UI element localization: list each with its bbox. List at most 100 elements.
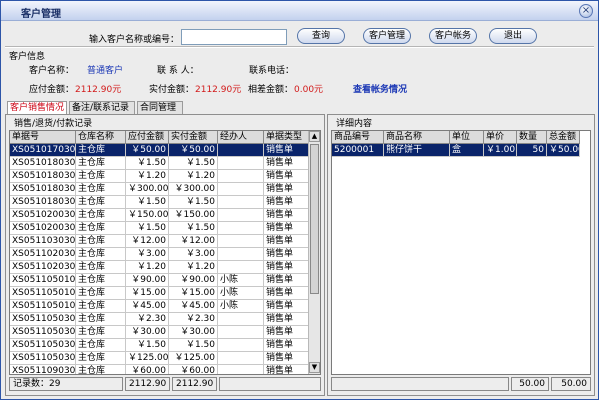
table-row[interactable]: XS051020030002主仓库￥1.50￥1.50销售单 [10,222,320,235]
table-cell [218,248,264,261]
column-header[interactable]: 商品编号 [332,131,384,144]
table-row[interactable]: XS051102030001主仓库￥3.00￥3.00销售单 [10,248,320,261]
table-row[interactable]: XS051102030002主仓库￥1.20￥1.20销售单 [10,261,320,274]
tab-customer-sales[interactable]: 客户销售情况 [7,101,67,115]
sales-grid[interactable]: 单据号仓库名称应付金额实付金额经办人单据类型XS051017030001主仓库￥… [9,130,321,375]
query-button[interactable]: 查询 [297,28,345,44]
table-cell: ￥30.00 [126,326,169,339]
table-cell: 主仓库 [76,170,126,183]
table-cell: ￥2.30 [126,313,169,326]
table-cell: ￥3.00 [126,248,169,261]
table-row[interactable]: XS051017030001主仓库￥50.00￥50.00销售单 [10,144,320,157]
table-cell: ￥150.00 [126,209,169,222]
table-cell: ￥3.00 [169,248,218,261]
table-row[interactable]: XS051018030004主仓库￥1.50￥1.50销售单 [10,196,320,209]
table-row[interactable]: XS051105010002主仓库￥15.00￥15.00小陈销售单 [10,287,320,300]
table-cell: ￥30.00 [169,326,218,339]
table-row[interactable]: XS051105030001主仓库￥2.30￥2.30销售单 [10,313,320,326]
close-button[interactable]: × [579,4,593,18]
tab-contracts[interactable]: 合同管理 [137,101,183,114]
table-cell: XS051105010003 [10,300,76,313]
table-cell: 小陈 [218,287,264,300]
table-row[interactable]: XS051103030001主仓库￥12.00￥12.00销售单 [10,235,320,248]
customer-account-button[interactable]: 客户帐务 [429,28,477,44]
table-row[interactable]: XS051105010003主仓库￥45.00￥45.00小陈销售单 [10,300,320,313]
table-cell [218,339,264,352]
table-cell [218,352,264,365]
detail-panel: 详细内容 商品编号 商品名称 单位 单价 数量 总金额 5200001 熊仔饼干盒 ￥1.00 5… [327,114,595,396]
table-row[interactable]: XS051105010001主仓库￥90.00￥90.00小陈销售单 [10,274,320,287]
scroll-down-arrow-icon[interactable]: ▼ [309,362,320,373]
vertical-scrollbar[interactable]: ▲ ▼ [308,131,320,374]
customer-name-label: 客户名称： [29,66,75,76]
column-header[interactable]: 经办人 [218,131,264,144]
search-input[interactable] [181,29,287,45]
column-header[interactable]: 单位 [450,131,484,144]
table-cell: ￥45.00 [169,300,218,313]
table-cell: 主仓库 [76,235,126,248]
table-row[interactable]: XS051018030001主仓库￥1.50￥1.50销售单 [10,157,320,170]
table-row[interactable]: XS051018030002主仓库￥1.20￥1.20销售单 [10,170,320,183]
detail-grid[interactable]: 商品编号 商品名称 单位 单价 数量 总金额 5200001 熊仔饼干盒 ￥1.00 50 ￥50.… [331,130,591,375]
table-cell: XS051105030001 [10,313,76,326]
view-account-link[interactable]: 查看帐务情况 [353,82,407,95]
search-label: 输入客户名称或编号： [89,35,180,45]
column-header[interactable]: 实付金额 [169,131,218,144]
customer-management-button[interactable]: 客户管理 [363,28,411,44]
table-cell: 销售单 [264,222,310,235]
column-header[interactable]: 单据号 [10,131,76,144]
table-cell: 销售单 [264,313,310,326]
table-row[interactable]: XS051105030002主仓库￥30.00￥30.00销售单 [10,326,320,339]
table-row[interactable]: XS051105030004主仓库￥125.00￥125.00销售单 [10,352,320,365]
table-cell [218,170,264,183]
table-row[interactable]: XS051105030003主仓库￥1.50￥1.50销售单 [10,339,320,352]
table-cell: 主仓库 [76,365,126,374]
detail-qty-total: 50.00 [511,377,549,391]
sales-records-panel: 销售/退货/付款记录 单据号 仓库名称 应付金额 实付金额 经办人 单据类型 XS05101… [5,114,325,396]
table-cell: 主仓库 [76,209,126,222]
table-cell: 销售单 [264,209,310,222]
table-cell: 主仓库 [76,183,126,196]
column-header[interactable]: 单价 [484,131,517,144]
customer-management-window: 客户管理 × 输入客户名称或编号： 查询 客户管理 客户帐务 退出 客户信息 客… [0,0,599,400]
table-cell: 销售单 [264,365,310,374]
table-cell: ￥1.50 [169,339,218,352]
table-cell: ￥300.00 [126,183,169,196]
table-cell [218,261,264,274]
scrollbar-thumb[interactable] [310,144,319,294]
table-row[interactable]: XS051020030001主仓库￥150.00￥150.00销售单 [10,209,320,222]
table-cell: ￥125.00 [169,352,218,365]
scroll-up-arrow-icon[interactable]: ▲ [309,131,320,142]
table-cell: ￥50.00 [169,144,218,157]
table-cell: XS051018030004 [10,196,76,209]
table-cell: 销售单 [264,248,310,261]
table-cell: ￥1.20 [169,170,218,183]
table-cell: ￥45.00 [126,300,169,313]
table-cell: 主仓库 [76,157,126,170]
column-header[interactable]: 总金额 [547,131,580,144]
table-row[interactable]: 5200001熊仔饼干盒￥1.0050￥50.00 [332,144,590,157]
table-cell: ￥1.20 [126,170,169,183]
table-cell: ￥1.20 [169,261,218,274]
table-row[interactable]: XS051109030001主仓库￥60.00￥60.00销售单 [10,365,320,374]
table-cell: 销售单 [264,326,310,339]
column-header[interactable]: 仓库名称 [76,131,126,144]
table-cell: ￥1.50 [169,222,218,235]
table-cell [218,235,264,248]
table-cell: 销售单 [264,261,310,274]
table-cell: ￥60.00 [169,365,218,374]
table-cell: 主仓库 [76,274,126,287]
column-header[interactable]: 单据类型 [264,131,310,144]
column-header[interactable]: 商品名称 [384,131,450,144]
table-cell: ￥2.30 [169,313,218,326]
table-cell: ￥300.00 [169,183,218,196]
table-row[interactable]: XS051018030003主仓库￥300.00￥300.00销售单 [10,183,320,196]
tab-notes-contacts[interactable]: 备注/联系记录 [69,101,135,114]
exit-button[interactable]: 退出 [489,28,537,44]
table-cell [218,209,264,222]
payable-label: 应付金额： [29,85,75,95]
phone-label: 联系电话： [249,66,295,76]
table-cell: 主仓库 [76,313,126,326]
column-header[interactable]: 数量 [517,131,547,144]
column-header[interactable]: 应付金额 [126,131,169,144]
